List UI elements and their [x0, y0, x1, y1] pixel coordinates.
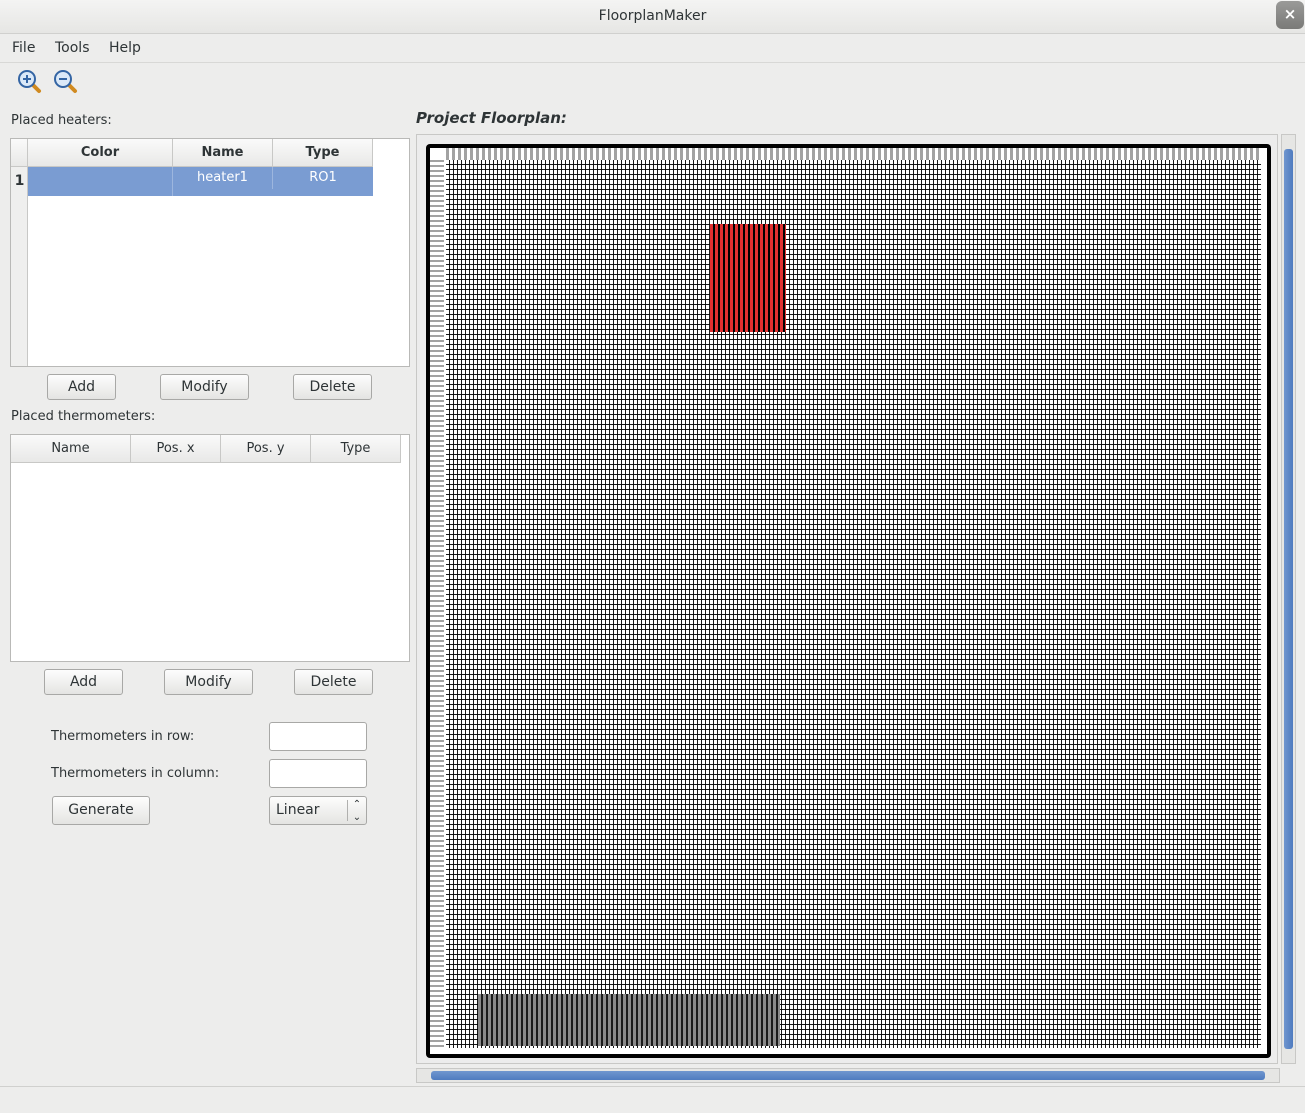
- menu-tools[interactable]: Tools: [55, 38, 90, 58]
- zoom-in-icon[interactable]: [16, 68, 42, 94]
- column-index-ruler: [446, 148, 1261, 160]
- distribution-select[interactable]: Linear ⌃ ⌄: [269, 796, 367, 825]
- generate-button[interactable]: Generate: [52, 796, 150, 825]
- table-row[interactable]: heater1 RO1: [28, 167, 373, 196]
- row-index-ruler: [430, 160, 444, 1048]
- thermometers-label: Placed thermometers:: [11, 409, 156, 424]
- thermometers-in-column-input[interactable]: [269, 759, 367, 788]
- heater-color-cell: [28, 167, 173, 196]
- thermometer-delete-button[interactable]: Delete: [294, 669, 373, 695]
- thermometer-modify-button[interactable]: Modify: [164, 669, 253, 695]
- zoom-out-icon[interactable]: [52, 68, 78, 94]
- horizontal-scroll-thumb[interactable]: [431, 1071, 1265, 1080]
- heater-region[interactable]: [710, 224, 786, 332]
- thermometers-col-type[interactable]: Type: [311, 435, 401, 463]
- thermometers-col-posx[interactable]: Pos. x: [131, 435, 221, 463]
- floorplan-grid[interactable]: [430, 148, 1267, 1054]
- status-bar: [0, 1086, 1305, 1113]
- window-title: FloorplanMaker: [598, 8, 707, 24]
- thermometers-column-label: Thermometers in column:: [51, 766, 220, 781]
- close-icon[interactable]: ×: [1276, 1, 1304, 29]
- menu-help[interactable]: Help: [109, 38, 141, 58]
- thermometers-col-name[interactable]: Name: [11, 435, 131, 463]
- heaters-row-index[interactable]: 1: [11, 167, 28, 196]
- heater-type-cell: RO1: [309, 170, 337, 185]
- select-arrows-icon: ⌃ ⌄: [352, 799, 362, 823]
- menu-file[interactable]: File: [12, 38, 35, 58]
- heaters-row-header-column: [11, 167, 28, 366]
- vertical-scroll-thumb[interactable]: [1284, 149, 1293, 1049]
- heaters-col-type[interactable]: Type: [273, 139, 373, 167]
- toolbar: [0, 62, 1305, 101]
- thermometers-table[interactable]: Name Pos. x Pos. y Type: [10, 434, 410, 662]
- heater-modify-button[interactable]: Modify: [160, 374, 249, 400]
- floorplan-row-lines: [446, 160, 1261, 1048]
- heaters-col-color[interactable]: Color: [28, 139, 173, 167]
- floorplan-vertical-scrollbar[interactable]: [1281, 134, 1296, 1064]
- select-divider: [347, 800, 348, 821]
- floorplan-horizontal-scrollbar[interactable]: [416, 1068, 1280, 1083]
- menu-bar: [0, 34, 1305, 61]
- heaters-col-name[interactable]: Name: [173, 139, 273, 167]
- floorplan-label: Project Floorplan:: [416, 109, 567, 127]
- thermometers-in-row-input[interactable]: [269, 722, 367, 751]
- heater-delete-button[interactable]: Delete: [293, 374, 372, 400]
- heaters-table[interactable]: Color Name Type 1 heater1 RO1: [10, 138, 410, 367]
- heater-add-button[interactable]: Add: [47, 374, 116, 400]
- distribution-select-value: Linear: [276, 802, 320, 818]
- heater-name-cell: heater1: [173, 167, 273, 189]
- thermometers-col-posy[interactable]: Pos. y: [221, 435, 311, 463]
- thermometer-add-button[interactable]: Add: [44, 669, 123, 695]
- disabled-region: [478, 994, 780, 1046]
- heaters-label: Placed heaters:: [11, 113, 112, 128]
- floorplan-frame[interactable]: [426, 144, 1271, 1058]
- heaters-corner-header: [11, 139, 28, 167]
- thermometers-row-label: Thermometers in row:: [51, 729, 195, 744]
